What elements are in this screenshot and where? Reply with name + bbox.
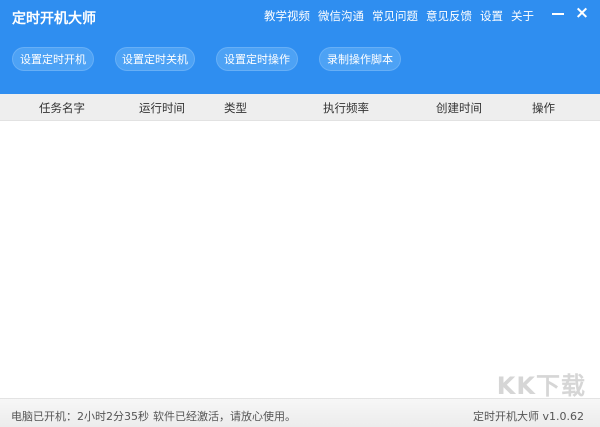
top-menu: 教学视频 微信沟通 常见问题 意见反馈 设置 关于 [264, 8, 534, 24]
task-table-header: 任务名字 运行时间 类型 执行频率 创建时间 操作 [0, 94, 600, 121]
set-scheduled-boot-button[interactable]: 设置定时开机 [12, 47, 94, 71]
minimize-icon[interactable] [550, 5, 566, 21]
uptime-text: 电脑已开机：2小时2分35秒 [11, 410, 149, 423]
close-icon[interactable]: × [574, 5, 590, 22]
column-run-time: 运行时间 [139, 101, 185, 115]
menu-feedback[interactable]: 意见反馈 [426, 8, 472, 24]
column-task-name: 任务名字 [39, 101, 85, 115]
app-title: 定时开机大师 [12, 11, 96, 27]
column-created-time: 创建时间 [436, 101, 482, 115]
activation-status: 软件已经激活，请放心使用。 [153, 410, 296, 423]
menu-tutorial-video[interactable]: 教学视频 [264, 8, 310, 24]
column-type: 类型 [224, 101, 247, 115]
record-operation-script-button[interactable]: 录制操作脚本 [319, 47, 401, 71]
set-scheduled-shutdown-button[interactable]: 设置定时关机 [115, 47, 195, 71]
column-operation: 操作 [532, 101, 555, 115]
title-bar: 定时开机大师 教学视频 微信沟通 常见问题 意见反馈 设置 关于 × 设置定时开… [0, 0, 600, 94]
task-table-body[interactable] [0, 121, 600, 398]
set-scheduled-operation-button[interactable]: 设置定时操作 [216, 47, 298, 71]
action-toolbar: 设置定时开机 设置定时关机 设置定时操作 录制操作脚本 [12, 47, 401, 71]
menu-wechat-contact[interactable]: 微信沟通 [318, 8, 364, 24]
status-bar: 电脑已开机：2小时2分35秒 软件已经激活，请放心使用。 定时开机大师 v1.0… [0, 398, 600, 427]
menu-about[interactable]: 关于 [511, 8, 534, 24]
menu-faq[interactable]: 常见问题 [372, 8, 418, 24]
menu-settings[interactable]: 设置 [480, 8, 503, 24]
watermark-logo: KK下载 [496, 372, 586, 400]
column-frequency: 执行频率 [323, 101, 369, 115]
app-version: 定时开机大师 v1.0.62 [473, 410, 584, 423]
